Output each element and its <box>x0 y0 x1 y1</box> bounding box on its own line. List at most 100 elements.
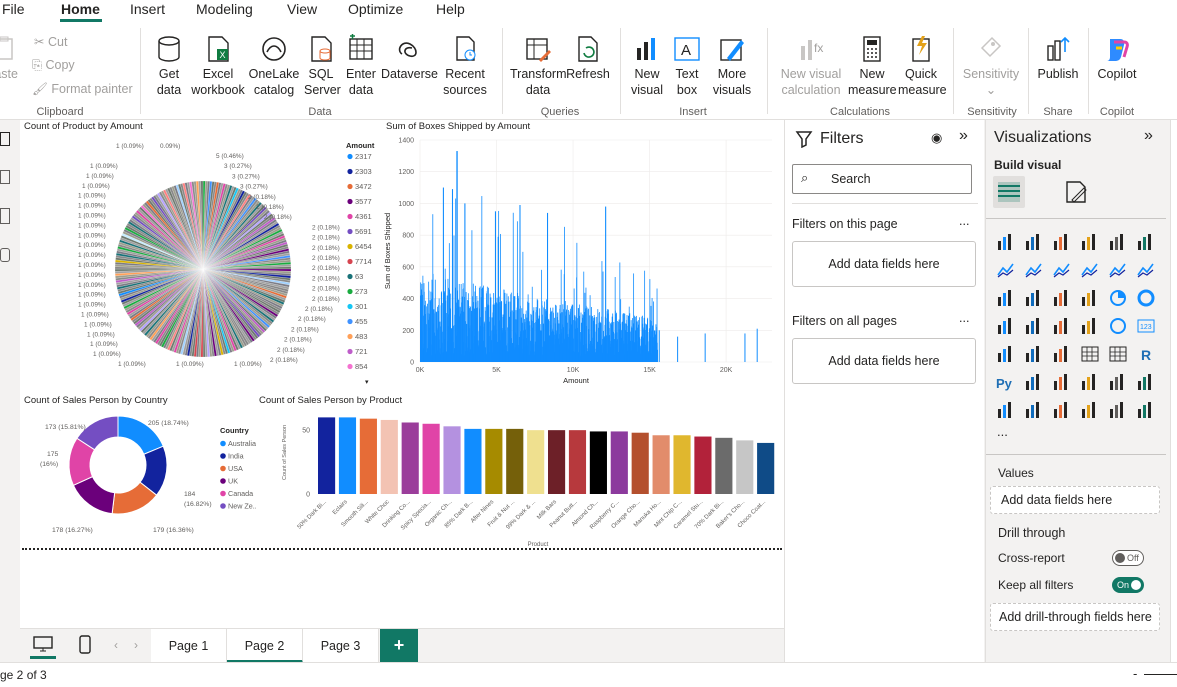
dataverse-button[interactable]: Dataverse <box>381 34 438 82</box>
matrix-visual-icon[interactable] <box>1108 344 1128 364</box>
sql-server-button[interactable]: SQL Server <box>304 34 341 98</box>
line-chart-icon[interactable] <box>996 260 1016 280</box>
more-visuals-button[interactable]: More visuals <box>706 34 758 98</box>
goals-visual-icon[interactable] <box>1136 372 1156 392</box>
100-column-chart-icon[interactable] <box>1136 232 1156 252</box>
map-chart-icon[interactable] <box>1024 316 1044 336</box>
paginated-report-visual-icon[interactable] <box>996 400 1016 420</box>
new-visual-button[interactable]: New visual <box>626 34 668 98</box>
card-visual-icon[interactable]: 123 <box>1136 316 1156 336</box>
refresh-button[interactable]: Refresh <box>566 34 610 82</box>
ribbon-chart-icon[interactable] <box>1080 260 1100 280</box>
line-column-chart-icon[interactable] <box>1108 260 1128 280</box>
format-painter-button[interactable]: 🖌 Format painter <box>32 82 133 97</box>
new-visual-calculation-button[interactable]: fx New visual calculation <box>776 34 846 98</box>
product-bar-chart[interactable]: 0 50 Count of Sales Person 50% Dark Bi... Ec… <box>256 407 782 549</box>
report-view-icon[interactable] <box>0 132 10 146</box>
collapse-viz-icon[interactable]: » <box>1144 127 1153 145</box>
clustered-bar-chart-icon[interactable] <box>1052 232 1072 252</box>
excel-workbook-button[interactable]: X Excel workbook <box>190 34 246 98</box>
menu-modeling[interactable]: Modeling <box>196 1 253 17</box>
donut-chart[interactable]: 205 (18.74%) 184 (16.82%) 179 (16.36%) 178 (… <box>20 407 256 547</box>
filled-map-chart-icon[interactable] <box>1052 316 1072 336</box>
cut-button[interactable]: ✂ Cut <box>34 34 67 49</box>
add-page-button[interactable]: + <box>380 629 418 662</box>
desktop-layout-icon[interactable] <box>32 635 54 653</box>
more-visuals-icon[interactable]: ... <box>997 424 1008 439</box>
amount-bar-chart[interactable]: 0 200 400 600 800 1000 1200 1400 0K 5K 10K 15K 20K Su… <box>380 132 780 390</box>
copy-button[interactable]: ⎘ Copy <box>32 58 75 73</box>
pie-chart-icon[interactable] <box>1108 288 1128 308</box>
format-visual-icon[interactable] <box>1062 178 1092 206</box>
dax-query-view-icon[interactable] <box>0 248 10 262</box>
publish-button[interactable]: Publish <box>1034 34 1082 82</box>
get-data-button[interactable]: Get data <box>150 34 188 98</box>
smart-narrative-visual-icon[interactable] <box>1108 372 1128 392</box>
filter-visual-icon[interactable] <box>1052 400 1072 420</box>
key-influencers-visual-icon[interactable] <box>1024 372 1044 392</box>
mobile-layout-icon[interactable] <box>78 635 92 655</box>
filters-on-page-drop[interactable]: Add data fields here <box>792 241 976 287</box>
menu-optimize[interactable]: Optimize <box>348 1 403 17</box>
build-visual-tab[interactable] <box>993 176 1025 208</box>
menu-home[interactable]: Home <box>61 1 100 17</box>
collapse-filters-icon[interactable]: » <box>959 127 968 145</box>
filters-on-all-drop[interactable]: Add data fields here <box>792 338 976 384</box>
line-clustered-column-chart-icon[interactable] <box>1136 260 1156 280</box>
menu-insert[interactable]: Insert <box>130 1 165 17</box>
menu-file[interactable]: File <box>2 1 25 17</box>
prev-page-icon[interactable]: ‹ <box>114 638 118 652</box>
100-bar-chart-icon[interactable] <box>1108 232 1128 252</box>
enter-data-button[interactable]: Enter data <box>343 34 379 98</box>
qa-visual-icon[interactable] <box>1080 372 1100 392</box>
text-box-button[interactable]: A Text box <box>670 34 704 98</box>
donut-chart-icon[interactable] <box>1136 288 1156 308</box>
eye-icon[interactable]: ◉ <box>931 130 942 146</box>
onelake-catalog-button[interactable]: OneLake catalog <box>246 34 302 98</box>
button-slicer-visual-icon[interactable] <box>1024 400 1044 420</box>
multi-row-card-icon[interactable] <box>996 344 1016 364</box>
kpi-visual-icon[interactable] <box>1024 344 1044 364</box>
report-canvas[interactable]: Count of Product by Amount 5 (0.46%) 3 (0… <box>20 120 784 628</box>
scatter-chart-icon[interactable] <box>1080 288 1100 308</box>
treemap-chart-icon[interactable] <box>996 316 1016 336</box>
new-measure-button[interactable]: New measure <box>848 34 897 98</box>
sensitivity-button[interactable]: Sensitivity ⌄ <box>958 34 1024 98</box>
gauge-chart-icon[interactable] <box>1108 316 1128 336</box>
azure-map-chart-icon[interactable] <box>1080 316 1100 336</box>
area-chart-icon[interactable] <box>1024 260 1044 280</box>
drill-through-drop[interactable]: Add drill-through fields here <box>990 603 1160 631</box>
data-pane-edge[interactable] <box>1170 120 1177 662</box>
menu-help[interactable]: Help <box>436 1 465 17</box>
slicer-visual-icon[interactable] <box>1052 344 1072 364</box>
paste-button[interactable]: Paste <box>0 34 22 82</box>
table-view-icon[interactable] <box>0 170 10 184</box>
copilot-button[interactable]: Copilot <box>1094 34 1140 82</box>
next-page-icon[interactable]: › <box>134 638 138 652</box>
narrative-visual-icon[interactable] <box>1136 400 1156 420</box>
stacked-bar-chart-icon[interactable] <box>996 232 1016 252</box>
power-automate-visual-icon[interactable] <box>1080 400 1100 420</box>
decomposition-tree-visual-icon[interactable] <box>1052 372 1072 392</box>
page-tab-1[interactable]: Page 1 <box>151 629 227 663</box>
pie-chart[interactable]: 5 (0.46%) 3 (0.27%) 3 (0.27%) 3 (0.27%) 2 (0… <box>20 132 382 390</box>
column-chart-icon[interactable] <box>1024 288 1044 308</box>
menu-view[interactable]: View <box>287 1 317 17</box>
zoom-out-button[interactable]: - <box>1133 666 1137 681</box>
clustered-column-chart-icon[interactable] <box>1080 232 1100 252</box>
zoom-slider[interactable] <box>1144 674 1177 675</box>
quick-measure-button[interactable]: Quick measure <box>898 34 947 98</box>
table-visual-icon[interactable] <box>1080 344 1100 364</box>
stacked-column-chart-icon[interactable] <box>1024 232 1044 252</box>
recent-sources-button[interactable]: Recent sources <box>437 34 493 98</box>
waterfall-chart-icon[interactable] <box>996 288 1016 308</box>
transform-data-button[interactable]: Transform data <box>510 34 567 98</box>
power-apps-visual-icon[interactable] <box>1108 400 1128 420</box>
stacked-area-chart-icon[interactable] <box>1052 260 1072 280</box>
more-options-icon[interactable]: ... <box>959 311 969 325</box>
python-visual-icon[interactable]: Py <box>996 372 1016 392</box>
keep-filters-toggle[interactable]: On <box>1112 577 1144 593</box>
funnel-chart-icon[interactable] <box>1052 288 1072 308</box>
filter-search-box[interactable]: ⌕ Search <box>792 164 972 194</box>
model-view-icon[interactable] <box>0 208 10 224</box>
